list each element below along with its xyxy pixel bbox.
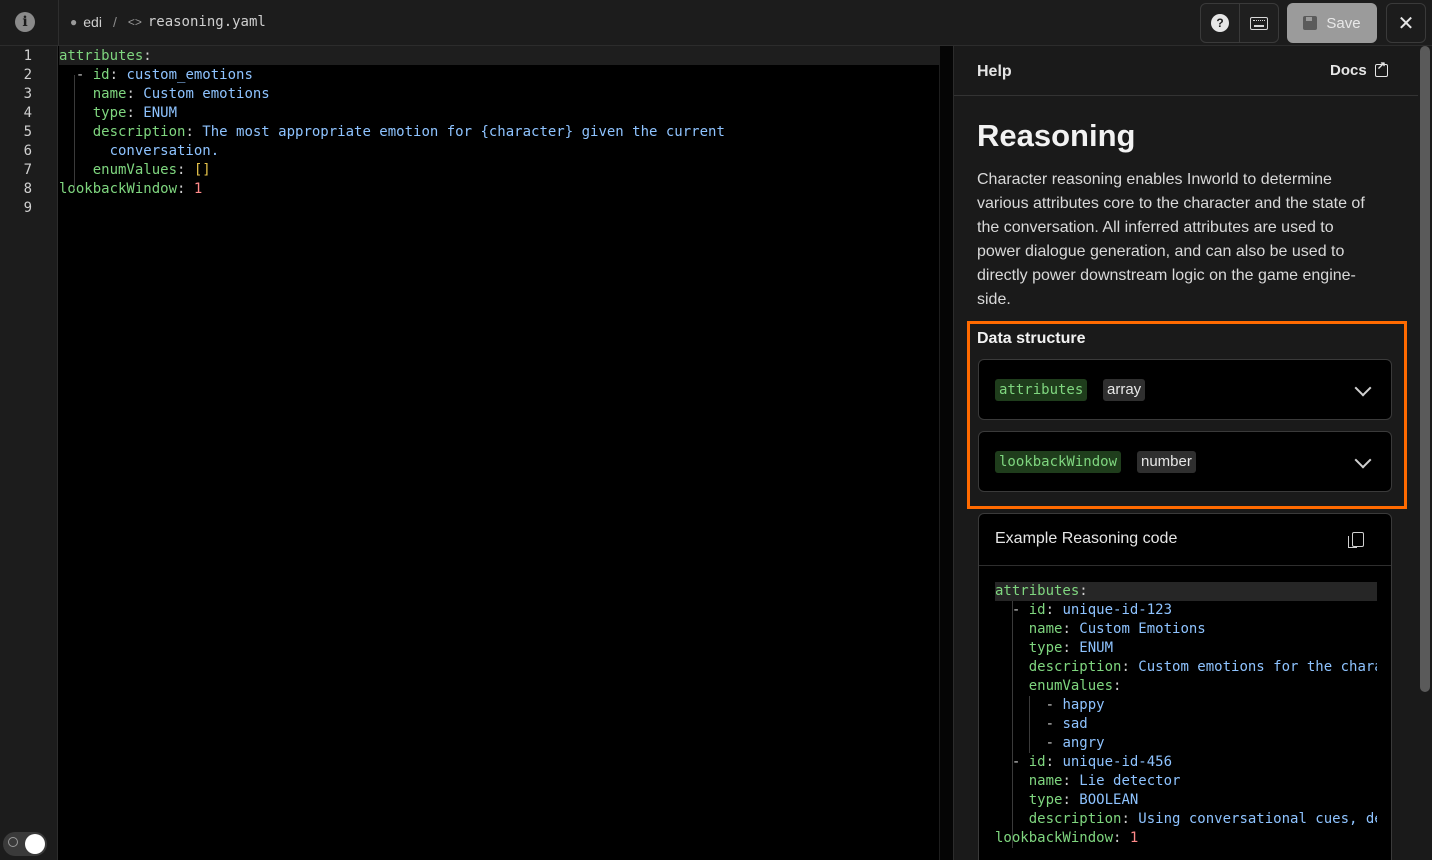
code-line: - id: unique-id-123 [995, 602, 1173, 618]
docs-link[interactable]: Docs [1330, 59, 1388, 79]
line-number: 3 [23, 86, 32, 102]
save-label: Save [1326, 14, 1361, 32]
code-line: - sad [995, 716, 1088, 732]
line-number: 1 [23, 48, 32, 64]
line-number: 4 [23, 105, 32, 121]
help-panel: Help Docs Reasoning Character reasoning … [953, 46, 1418, 860]
divider [58, 0, 59, 46]
code-line: name: Lie detector [1028, 773, 1181, 789]
breadcrumb-file: reasoning.yaml [147, 14, 266, 30]
example-code[interactable]: attributes: - id: unique-id-123 name: Cu… [995, 582, 1377, 860]
toggle-knob [25, 834, 45, 854]
code-line: - happy [995, 697, 1105, 713]
copy-icon[interactable] [1348, 532, 1364, 548]
code-line: - angry [995, 735, 1105, 751]
code-line: attributes: [995, 583, 1088, 599]
field-type: number [1137, 451, 1196, 473]
example-header: Example Reasoning code [979, 514, 1391, 566]
code-editor[interactable]: attributes: - id: custom_emotions name: … [59, 46, 952, 860]
code-line: type: BOOLEAN [1028, 792, 1139, 808]
data-structure-title: Data structure [977, 330, 1086, 347]
current-line-highlight [59, 46, 952, 65]
code-line: description: Custom emotions for the cha… [1028, 659, 1377, 675]
line-number: 6 [23, 143, 32, 159]
code-line: lookbackWindow: 1 [995, 830, 1139, 846]
code-line: description: Using conversational cues, … [1028, 811, 1377, 827]
field-type: array [1103, 379, 1146, 401]
keyboard-shortcuts-button[interactable] [1240, 4, 1278, 42]
floppy-icon [1303, 16, 1318, 30]
user-icon: ● [70, 15, 78, 29]
scrollbar-thumb[interactable] [1420, 46, 1430, 692]
example-code-box: Example Reasoning code attributes: - id:… [978, 513, 1392, 860]
example-title: Example Reasoning code [995, 530, 1178, 547]
section-description: Character reasoning enables Inworld to d… [977, 171, 1365, 308]
external-link-icon [1374, 59, 1388, 77]
code-icon: <> [127, 15, 142, 29]
info-icon[interactable]: i [15, 12, 35, 32]
breadcrumb-user[interactable]: edi [83, 14, 102, 30]
code-line: attributes: [59, 48, 152, 64]
line-number: 8 [23, 181, 32, 197]
close-icon: ✕ [1397, 12, 1415, 35]
line-number: 9 [23, 200, 32, 216]
help-header: Help Docs [954, 46, 1418, 96]
field-key: attributes [995, 379, 1088, 401]
toolbar-group: ? [1200, 3, 1279, 43]
chevron-down-icon[interactable] [1354, 379, 1372, 397]
help-title: Help [977, 63, 1012, 80]
line-number: 2 [23, 67, 32, 83]
field-row-lookbackwindow[interactable]: lookbackWindow number [978, 431, 1392, 492]
code-line: enumValues: [] [92, 162, 211, 178]
code-line: description: The most appropriate emotio… [92, 124, 725, 140]
breadcrumb-separator: / [112, 14, 117, 30]
close-button[interactable]: ✕ [1386, 3, 1426, 43]
editor-scroll-edge [939, 46, 954, 860]
keyboard-icon [1250, 16, 1268, 30]
code-line: - id: custom_emotions [59, 67, 253, 83]
theme-toggle[interactable] [3, 832, 47, 856]
code-line: name: Custom Emotions [1028, 621, 1206, 637]
save-button[interactable]: Save [1287, 3, 1377, 43]
section-heading: Reasoning [977, 118, 1136, 153]
code-line: conversation. [109, 143, 220, 159]
code-line: name: Custom emotions [92, 86, 270, 102]
docs-label: Docs [1330, 62, 1367, 79]
code-line: type: ENUM [92, 105, 178, 121]
code-line: - id: unique-id-456 [995, 754, 1173, 770]
code-line: enumValues: [1028, 678, 1122, 694]
line-number: 5 [23, 124, 32, 140]
top-bar: i ● edi / <> reasoning.yaml ? Save ✕ [0, 0, 1432, 46]
help-button[interactable]: ? [1201, 4, 1240, 42]
breadcrumb: ● edi / <> reasoning.yaml [70, 14, 266, 30]
code-line: lookbackWindow: 1 [59, 181, 203, 197]
field-row-attributes[interactable]: attributes array [978, 359, 1392, 420]
sun-icon [8, 837, 18, 847]
code-line: type: ENUM [1028, 640, 1114, 656]
field-key: lookbackWindow [995, 451, 1122, 473]
help-icon: ? [1211, 14, 1229, 32]
line-gutter: 1 2 3 4 5 6 7 8 9 [0, 46, 58, 860]
line-number: 7 [23, 162, 32, 178]
chevron-down-icon[interactable] [1354, 451, 1372, 469]
